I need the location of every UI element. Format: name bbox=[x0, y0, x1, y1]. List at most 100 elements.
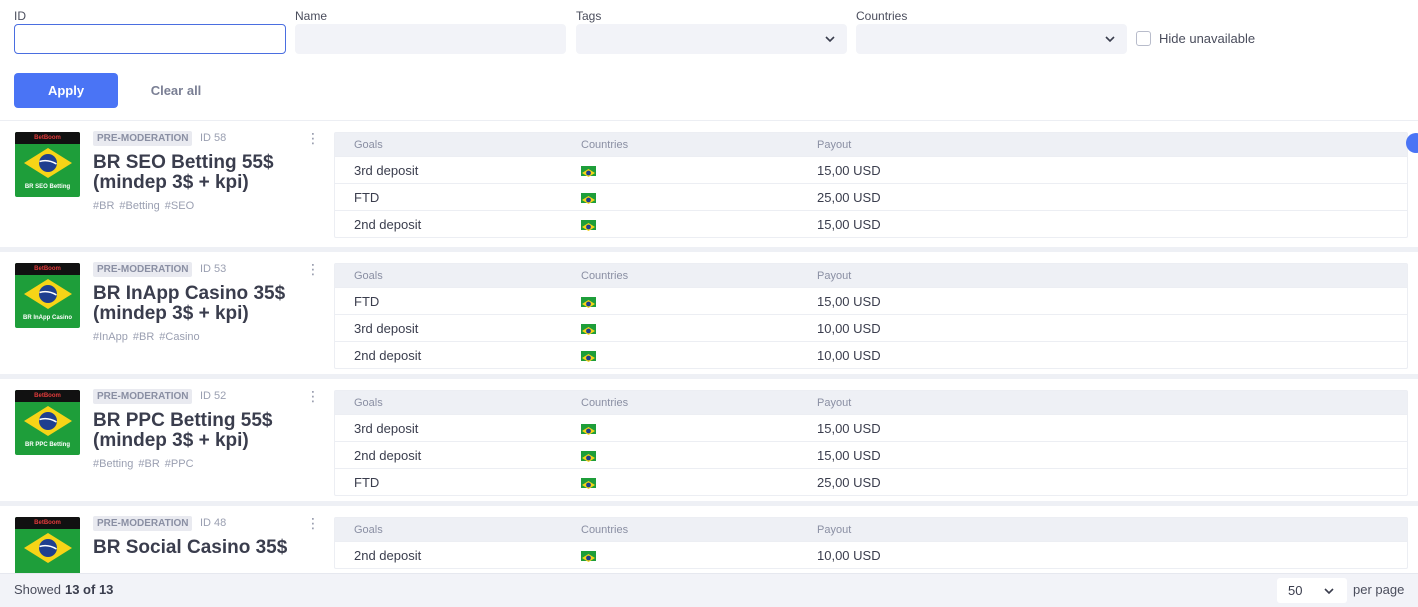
brazil-flag-icon bbox=[581, 351, 596, 363]
tags-select[interactable] bbox=[576, 24, 847, 54]
tag[interactable]: #Betting bbox=[119, 200, 159, 212]
payout-cell: 15,00 USD bbox=[817, 447, 881, 463]
goal-cell: 3rd deposit bbox=[354, 320, 419, 336]
offer-title[interactable]: BR PPC Betting 55$ (mindep 3$ + kpi) bbox=[93, 411, 323, 451]
countries-select[interactable] bbox=[856, 24, 1127, 54]
logo-caption: BR InApp Casino bbox=[23, 315, 72, 321]
showed-count: 13 of 13 bbox=[64, 582, 114, 597]
results-count: Showed 13 of 13 bbox=[14, 582, 113, 597]
tag[interactable]: #Casino bbox=[159, 331, 199, 343]
more-options-icon[interactable]: ⋮ bbox=[306, 262, 320, 280]
table-row: 2nd deposit 15,00 USD bbox=[335, 210, 1407, 237]
countries-column-header: Countries bbox=[581, 523, 629, 536]
payout-column-header: Payout bbox=[817, 396, 852, 409]
goal-cell: 3rd deposit bbox=[354, 420, 419, 436]
offer-title[interactable]: BR Social Casino 35$ bbox=[93, 538, 323, 558]
table-row: 3rd deposit 10,00 USD bbox=[335, 314, 1407, 341]
payout-cell: 15,00 USD bbox=[817, 216, 881, 232]
goals-table-header: Goals Countries Payout bbox=[335, 518, 1407, 541]
tag[interactable]: #BR bbox=[138, 458, 159, 470]
country-cell bbox=[581, 321, 817, 336]
offer-card: BetBoom BR PPC Betting PRE-MODERATION ID… bbox=[0, 374, 1418, 501]
name-filter-label: Name bbox=[295, 9, 328, 23]
offer-card: BetBoom PRE-MODERATION ID 48 ⋮ BR Social… bbox=[0, 501, 1418, 573]
offer-id: ID 52 bbox=[200, 390, 227, 402]
brazil-flag-icon bbox=[15, 402, 80, 440]
payout-cell: 25,00 USD bbox=[817, 474, 881, 490]
offer-id: ID 53 bbox=[200, 263, 227, 275]
offer-tags: #InApp #BR #Casino bbox=[93, 331, 205, 343]
countries-column-header: Countries bbox=[581, 396, 629, 409]
status-badge: PRE-MODERATION bbox=[93, 262, 193, 277]
payout-cell: 15,00 USD bbox=[817, 420, 881, 436]
goal-cell: 2nd deposit bbox=[354, 347, 422, 363]
offer-title[interactable]: BR InApp Casino 35$ (mindep 3$ + kpi) bbox=[93, 284, 323, 324]
per-page-label: per page bbox=[1353, 582, 1405, 597]
payout-column-header: Payout bbox=[817, 138, 852, 151]
more-options-icon[interactable]: ⋮ bbox=[306, 131, 320, 149]
brazil-flag-icon bbox=[581, 166, 596, 178]
brazil-flag-icon bbox=[581, 297, 596, 309]
table-row: 3rd deposit 15,00 USD bbox=[335, 156, 1407, 183]
table-row: FTD 25,00 USD bbox=[335, 183, 1407, 210]
logo-brand: BetBoom bbox=[34, 393, 61, 399]
table-row: 2nd deposit 15,00 USD bbox=[335, 441, 1407, 468]
offer-title[interactable]: BR SEO Betting 55$ (mindep 3$ + kpi) bbox=[93, 153, 323, 193]
tag[interactable]: #InApp bbox=[93, 331, 128, 343]
payout-cell: 10,00 USD bbox=[817, 547, 881, 563]
goals-table: Goals Countries Payout 2nd deposit 10,00… bbox=[334, 517, 1408, 569]
goal-cell: FTD bbox=[354, 293, 380, 309]
filter-bar: ID Name Tags Countries Hide unavailable … bbox=[14, 8, 1418, 112]
goals-column-header: Goals bbox=[354, 269, 383, 282]
payout-cell: 10,00 USD bbox=[817, 347, 881, 363]
table-row: 2nd deposit 10,00 USD bbox=[335, 541, 1407, 568]
chevron-down-icon bbox=[1324, 588, 1334, 595]
countries-column-header: Countries bbox=[581, 269, 629, 282]
per-page-select[interactable]: 50 bbox=[1277, 578, 1347, 603]
name-input[interactable] bbox=[295, 24, 566, 54]
country-cell bbox=[581, 448, 817, 463]
brazil-flag-icon bbox=[15, 144, 80, 182]
more-options-icon[interactable]: ⋮ bbox=[306, 516, 320, 534]
country-cell bbox=[581, 348, 817, 363]
tag[interactable]: #PPC bbox=[165, 458, 194, 470]
tag[interactable]: #Betting bbox=[93, 458, 133, 470]
id-input[interactable] bbox=[14, 24, 286, 54]
offer-id: ID 58 bbox=[200, 132, 227, 144]
apply-button[interactable]: Apply bbox=[14, 73, 118, 108]
status-badge: PRE-MODERATION bbox=[93, 131, 193, 146]
hide-unavailable-label: Hide unavailable bbox=[1159, 31, 1256, 46]
offer-logo: BetBoom bbox=[15, 517, 80, 573]
goals-column-header: Goals bbox=[354, 523, 383, 536]
logo-caption: BR SEO Betting bbox=[24, 184, 71, 190]
country-cell bbox=[581, 163, 817, 178]
offer-logo: BetBoom BR PPC Betting bbox=[15, 390, 80, 455]
hide-unavailable-checkbox[interactable] bbox=[1136, 31, 1151, 46]
offer-logo: BetBoom BR InApp Casino bbox=[15, 263, 80, 328]
goal-cell: 2nd deposit bbox=[354, 447, 422, 463]
hide-unavailable-toggle[interactable]: Hide unavailable bbox=[1136, 31, 1255, 46]
brazil-flag-icon bbox=[581, 220, 596, 232]
logo-brand: BetBoom bbox=[34, 266, 61, 272]
id-filter-label: ID bbox=[14, 9, 26, 23]
goals-table: Goals Countries Payout FTD 15,00 USD 3rd… bbox=[334, 263, 1408, 369]
payout-cell: 15,00 USD bbox=[817, 162, 881, 178]
brazil-flag-icon bbox=[15, 275, 80, 313]
brazil-flag-icon bbox=[581, 551, 596, 563]
goal-cell: FTD bbox=[354, 189, 380, 205]
payout-column-header: Payout bbox=[817, 523, 852, 536]
table-row: FTD 25,00 USD bbox=[335, 468, 1407, 495]
countries-filter: Countries bbox=[856, 8, 907, 24]
tag[interactable]: #BR bbox=[133, 331, 154, 343]
status-badge: PRE-MODERATION bbox=[93, 516, 193, 531]
goals-column-header: Goals bbox=[354, 396, 383, 409]
clear-all-button[interactable]: Clear all bbox=[136, 73, 216, 108]
goals-table-header: Goals Countries Payout bbox=[335, 391, 1407, 414]
brazil-flag-icon bbox=[581, 424, 596, 436]
goal-cell: 2nd deposit bbox=[354, 547, 422, 563]
per-page-value: 50 bbox=[1288, 583, 1303, 598]
tag[interactable]: #BR bbox=[93, 200, 114, 212]
tag[interactable]: #SEO bbox=[165, 200, 194, 212]
more-options-icon[interactable]: ⋮ bbox=[306, 389, 320, 407]
goal-cell: FTD bbox=[354, 474, 380, 490]
